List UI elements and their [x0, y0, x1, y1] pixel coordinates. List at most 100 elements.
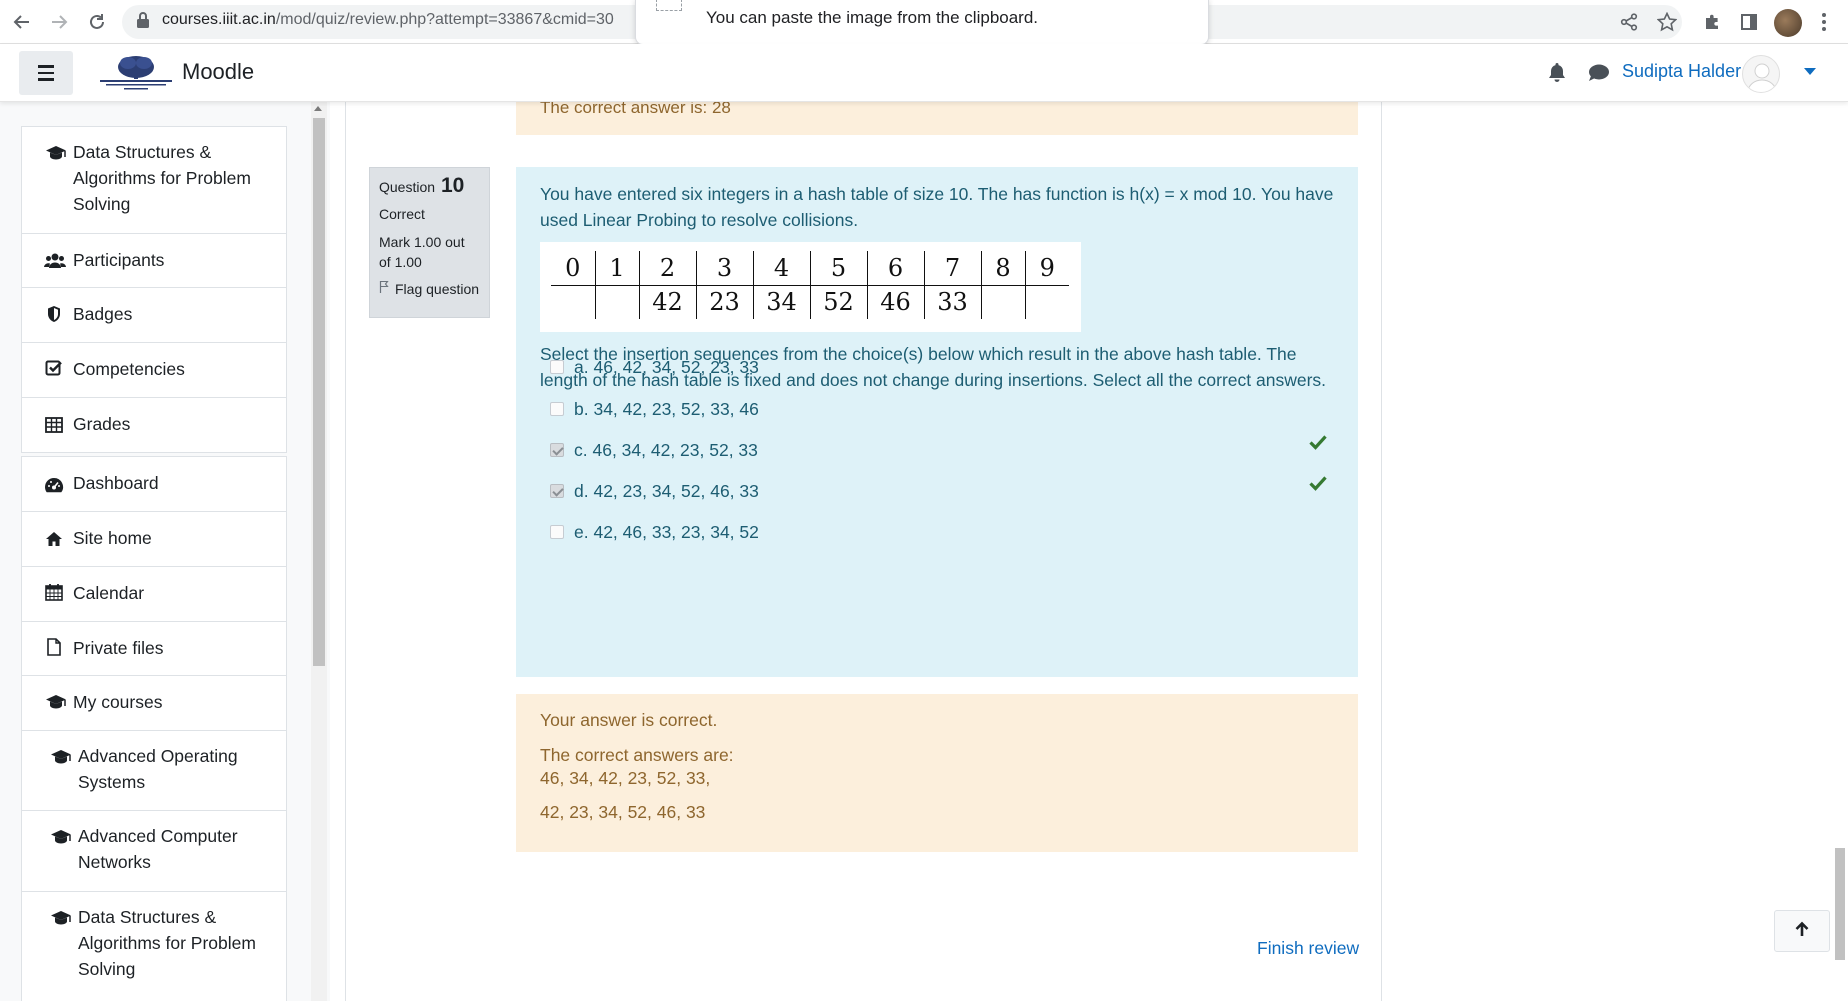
moodle-navbar: Moodle Sudipta Halder — [0, 44, 1848, 102]
question-text-intro: You have entered six integers in a hash … — [540, 184, 1334, 230]
sidebar-item-label: Badges — [73, 304, 133, 324]
answer-checkbox[interactable] — [550, 402, 564, 416]
site-name[interactable]: Moodle — [182, 59, 254, 85]
notification-bell-icon[interactable] — [1548, 62, 1568, 84]
browser-menu-icon[interactable] — [1812, 10, 1836, 34]
side-panel-icon[interactable] — [1737, 10, 1761, 34]
sidebar-item-label: Data Structures & Algorithms for Problem… — [73, 142, 251, 214]
sidebar-item-label: Data Structures & Algorithms for Problem… — [78, 907, 256, 979]
hash-index-cell: 7 — [924, 251, 982, 286]
back-to-top-button[interactable] — [1774, 910, 1830, 952]
answer-checkbox-checked[interactable] — [550, 484, 564, 498]
graduation-cap-icon — [50, 908, 71, 926]
bookmark-star-icon[interactable] — [1655, 10, 1679, 34]
sidebar-item-course-acn[interactable]: Advanced Computer Networks — [22, 811, 286, 892]
correct-check-icon — [1309, 434, 1329, 452]
forward-arrow-icon[interactable] — [45, 8, 73, 36]
sidebar-scrollbar-thumb[interactable] — [313, 118, 325, 666]
clipboard-image-icon — [656, 0, 682, 11]
sidebar-item-my-courses[interactable]: My courses — [22, 676, 286, 731]
reload-icon[interactable] — [83, 8, 111, 36]
question-number: Question 10 — [379, 174, 480, 198]
answer-checkbox[interactable] — [550, 360, 564, 374]
hash-index-cell: 2 — [639, 251, 697, 286]
sidebar-item-competencies[interactable]: Competencies — [22, 343, 286, 398]
sidebar-item-label: Dashboard — [73, 473, 159, 493]
sidebar-item-label: Private files — [73, 638, 164, 658]
hash-table-value-row: 42 23 34 52 46 33 — [551, 285, 1069, 319]
hash-table: 0 1 2 3 4 5 6 7 8 9 42 23 34 52 46 33 — [551, 251, 1069, 319]
hash-value-cell: 33 — [924, 285, 982, 319]
back-arrow-icon[interactable] — [8, 8, 36, 36]
sidebar-item-course-aos[interactable]: Advanced Operating Systems — [22, 731, 286, 811]
users-icon — [44, 251, 66, 269]
browser-profile-avatar[interactable] — [1774, 9, 1802, 37]
share-icon[interactable] — [1617, 10, 1641, 34]
extensions-puzzle-icon[interactable] — [1700, 10, 1724, 34]
user-menu-caret-icon[interactable] — [1804, 68, 1816, 75]
sidebar-item-badges[interactable]: Badges — [22, 288, 286, 343]
hash-value-cell — [595, 285, 640, 319]
lock-icon[interactable] — [136, 11, 152, 31]
sidebar-item-label: Grades — [73, 414, 131, 434]
clipboard-popup-text: You can paste the image from the clipboa… — [706, 8, 1039, 27]
question-info-box: Question 10 Correct Mark 1.00 out of 1.0… — [369, 167, 490, 318]
page-scrollbar-thumb[interactable] — [1835, 848, 1845, 960]
answer-checkbox[interactable] — [550, 525, 564, 539]
flag-icon — [379, 280, 389, 297]
hash-table-image: 0 1 2 3 4 5 6 7 8 9 42 23 34 52 46 33 — [540, 242, 1081, 332]
hash-value-cell — [981, 285, 1026, 319]
nav-drawer: Data Structures & Algorithms for Problem… — [0, 102, 330, 1001]
url-text[interactable]: courses.iiit.ac.in/mod/quiz/review.php?a… — [162, 11, 614, 29]
answer-option-d[interactable]: d. 42, 23, 34, 52, 46, 33 — [550, 479, 759, 503]
correct-check-icon — [1309, 475, 1329, 493]
answer-option-c[interactable]: c. 46, 34, 42, 23, 52, 33 — [550, 438, 758, 462]
answer-checkbox-checked[interactable] — [550, 443, 564, 457]
flag-question-button[interactable]: Flag question — [379, 280, 480, 297]
sidebar-item-calendar[interactable]: Calendar — [22, 567, 286, 622]
hash-value-cell: 46 — [867, 285, 925, 319]
answer-option-e[interactable]: e. 42, 46, 33, 23, 34, 52 — [550, 520, 759, 544]
finish-review-link[interactable]: Finish review — [1257, 938, 1359, 959]
sidebar-item-dashboard[interactable]: Dashboard — [22, 457, 286, 512]
sidebar-item-label: Participants — [73, 250, 165, 270]
answer-option-label: d. 42, 23, 34, 52, 46, 33 — [574, 480, 759, 501]
sidebar-item-private-files[interactable]: Private files — [22, 622, 286, 676]
answer-option-label: a. 46, 42, 34, 52, 23, 33 — [574, 356, 759, 377]
hash-value-cell — [551, 285, 596, 319]
answer-option-a[interactable]: a. 46, 42, 34, 52, 23, 33 — [550, 355, 759, 379]
user-menu-name[interactable]: Sudipta Halder — [1622, 61, 1741, 82]
feedback-correct-answers-label: The correct answers are: — [540, 745, 734, 765]
messages-chat-icon[interactable] — [1588, 63, 1610, 83]
answer-option-label: b. 34, 42, 23, 52, 33, 46 — [574, 398, 759, 419]
sidebar-item-site-home[interactable]: Site home — [22, 512, 286, 567]
hash-index-cell: 8 — [981, 251, 1026, 286]
hash-index-cell: 6 — [867, 251, 925, 286]
sidebar-scroll-up-icon[interactable] — [314, 106, 322, 111]
answer-option-b[interactable]: b. 34, 42, 23, 52, 33, 46 — [550, 397, 759, 421]
sidebar-item-label: Site home — [73, 528, 152, 548]
url-domain: courses.iiit.ac.in — [162, 11, 276, 28]
sidebar-item-participants[interactable]: Participants — [22, 234, 286, 288]
home-icon — [45, 528, 65, 546]
sidebar-item-course-dsa[interactable]: Data Structures & Algorithms for Problem… — [22, 127, 286, 234]
site-nav-group: Dashboard Site home Calendar Private fil… — [21, 456, 287, 1001]
sidebar-item-label: Advanced Operating Systems — [78, 746, 238, 792]
sidebar-item-grades[interactable]: Grades — [22, 398, 286, 452]
hash-index-cell: 0 — [551, 251, 596, 286]
answer-feedback: Your answer is correct. The correct answ… — [516, 694, 1358, 852]
drawer-toggle-button[interactable] — [19, 51, 73, 95]
user-avatar[interactable] — [1742, 55, 1780, 93]
shield-icon — [46, 304, 66, 322]
hash-index-cell: 1 — [595, 251, 640, 286]
hash-index-cell: 9 — [1025, 251, 1069, 286]
iiit-logo[interactable] — [96, 53, 176, 93]
question-label: Question — [379, 179, 436, 195]
hash-index-cell: 3 — [696, 251, 754, 286]
graduation-cap-icon — [45, 692, 66, 710]
hash-value-cell: 34 — [753, 285, 811, 319]
sidebar-item-course-dsa-2[interactable]: Data Structures & Algorithms for Problem… — [22, 892, 286, 1001]
clipboard-popup: You can paste the image from the clipboa… — [635, 0, 1209, 45]
dashboard-icon — [44, 474, 64, 493]
previous-correct-answer-text: The correct answer is: 28 — [540, 102, 731, 117]
